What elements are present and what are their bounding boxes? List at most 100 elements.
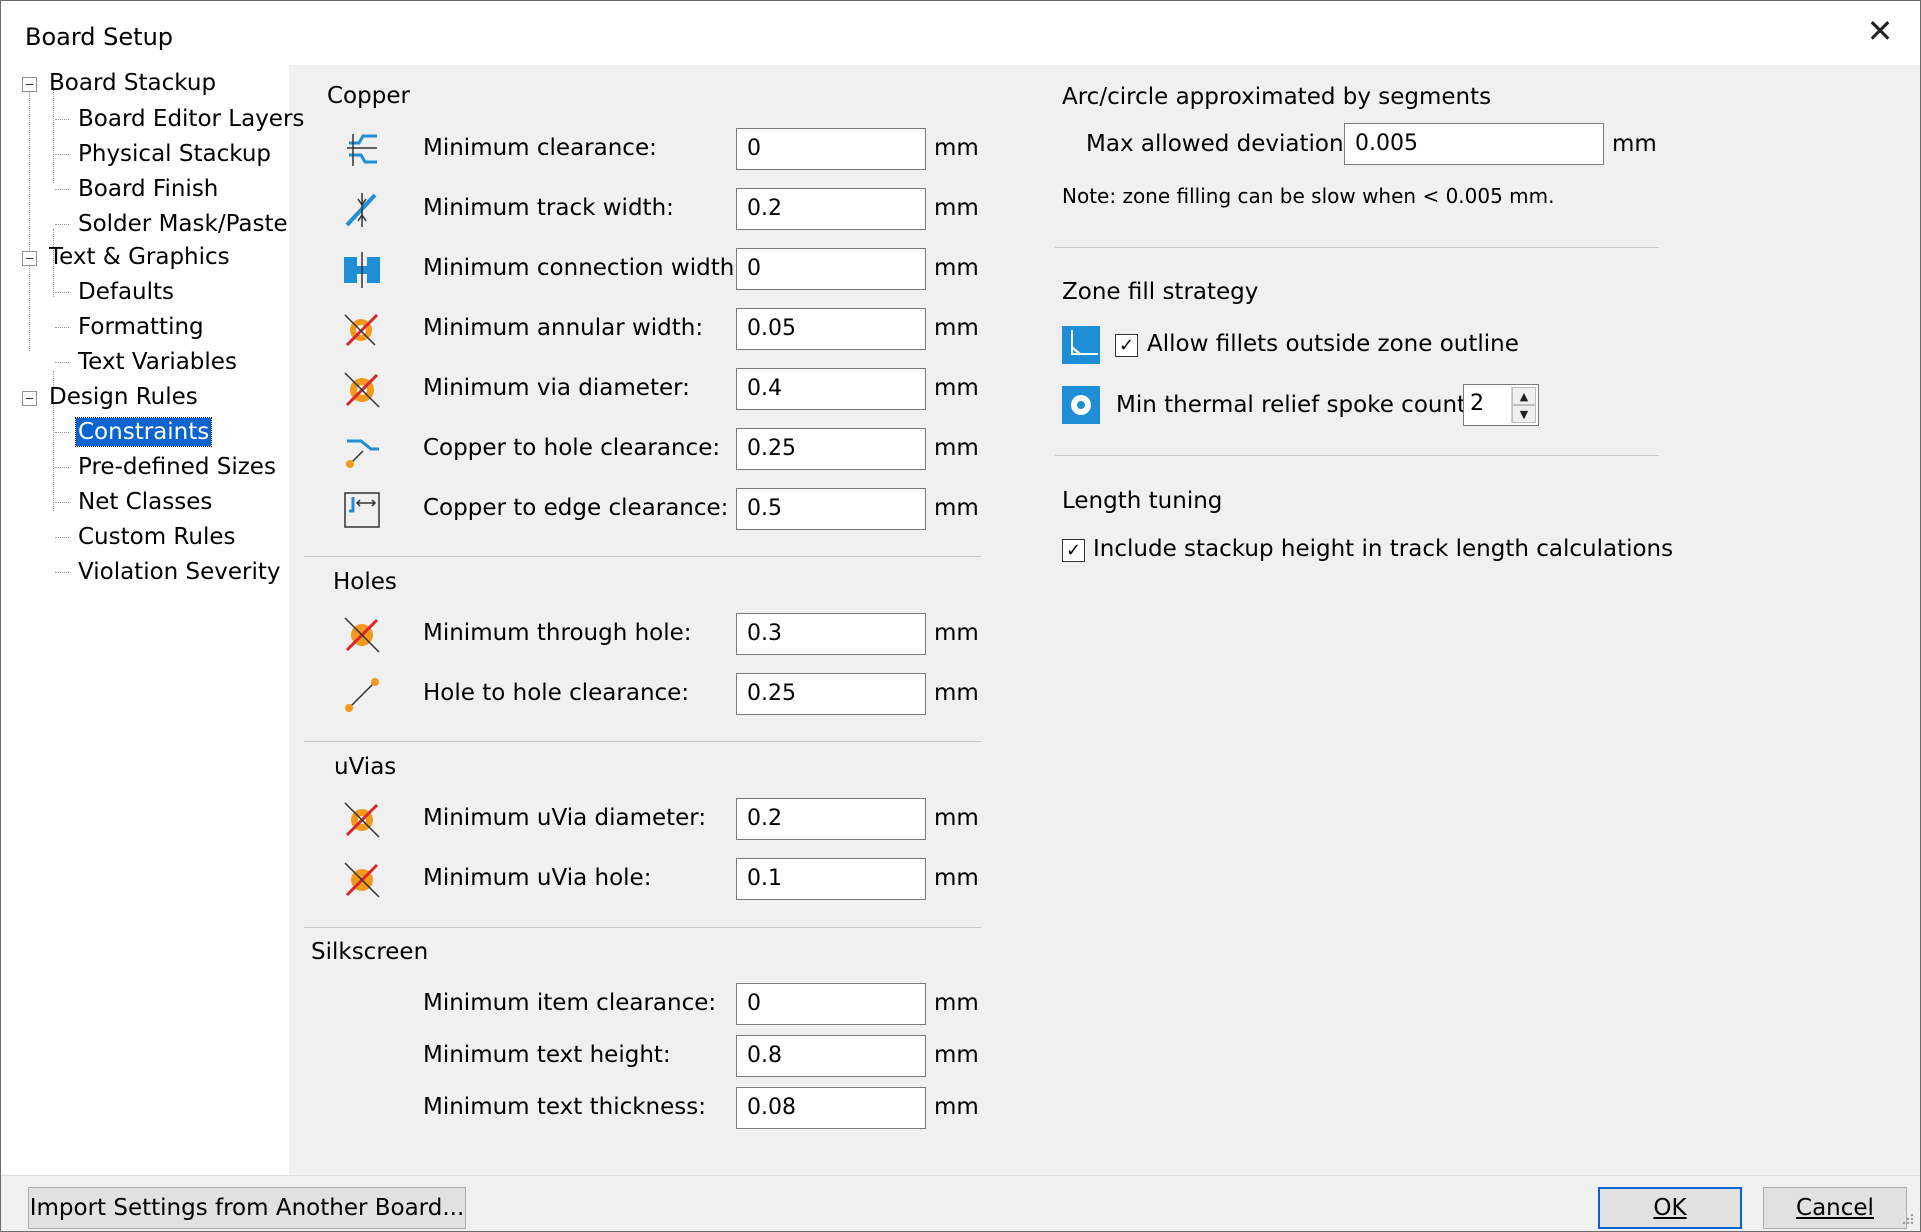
check-icon: ✓ (1118, 335, 1135, 356)
tree-item-predefined-sizes[interactable]: Pre-defined Sizes (78, 453, 276, 481)
tree-item-defaults[interactable]: Defaults (78, 278, 174, 306)
holes-section-title: Holes (333, 569, 397, 595)
track-width-icon (345, 193, 377, 227)
import-settings-button[interactable]: Import Settings from Another Board... (28, 1187, 466, 1229)
unit-label: mm (934, 1042, 979, 1068)
via-diameter-icon (344, 372, 380, 408)
min-uvia-diameter-input[interactable]: 0.2 (736, 798, 926, 840)
allow-fillets-label[interactable]: Allow fillets outside zone outline (1147, 331, 1519, 357)
section-divider (304, 741, 981, 742)
hole-clearance-icon (346, 439, 379, 468)
unit-label: mm (934, 620, 979, 646)
tree-group-board-stackup[interactable]: Board Stackup (49, 69, 216, 97)
hole-to-hole-icon (345, 678, 379, 712)
unit-label: mm (934, 680, 979, 706)
unit-label: mm (934, 495, 979, 521)
min-track-width-input[interactable]: 0.2 (736, 188, 926, 230)
min-clearance-label: Minimum clearance: (423, 135, 657, 161)
collapse-icon[interactable] (22, 77, 37, 92)
unit-label: mm (934, 990, 979, 1016)
fillet-icon (1062, 326, 1100, 364)
spoke-count-spinner[interactable]: 2 ▲ ▼ (1463, 384, 1539, 426)
connection-width-icon (344, 252, 380, 288)
spoke-count-label: Min thermal relief spoke count: (1116, 392, 1474, 418)
uvias-section-title: uVias (334, 754, 397, 780)
min-uvia-hole-input[interactable]: 0.1 (736, 858, 926, 900)
tree-item-custom-rules[interactable]: Custom Rules (78, 523, 235, 551)
spin-down-icon[interactable]: ▼ (1512, 405, 1536, 423)
footer-divider (1, 1175, 1920, 1176)
section-divider (304, 927, 981, 928)
clearance-icon (347, 134, 377, 166)
settings-tree: Board Stackup Board Editor Layers Physic… (1, 65, 304, 1175)
unit-label: mm (934, 255, 979, 281)
tree-group-text-graphics[interactable]: Text & Graphics (49, 243, 230, 271)
tree-item-net-classes[interactable]: Net Classes (78, 488, 212, 516)
through-hole-icon (344, 617, 380, 653)
tree-item-text-variables[interactable]: Text Variables (78, 348, 237, 376)
section-divider (1055, 455, 1659, 456)
min-text-thickness-label: Minimum text thickness: (423, 1094, 706, 1120)
close-icon[interactable]: ✕ (1860, 11, 1900, 51)
tree-group-design-rules[interactable]: Design Rules (49, 383, 198, 411)
unit-label: mm (934, 435, 979, 461)
resize-grip-icon[interactable] (1900, 1211, 1914, 1225)
min-track-width-label: Minimum track width: (423, 195, 674, 221)
include-stackup-checkbox[interactable]: ✓ (1062, 539, 1085, 562)
min-item-clearance-label: Minimum item clearance: (423, 990, 717, 1016)
uvia-hole-icon (344, 862, 380, 898)
copper-edge-clearance-input[interactable]: 0.5 (736, 488, 926, 530)
min-item-clearance-input[interactable]: 0 (736, 983, 926, 1025)
min-connection-width-input[interactable]: 0 (736, 248, 926, 290)
unit-label: mm (934, 375, 979, 401)
tree-item-board-finish[interactable]: Board Finish (78, 175, 218, 203)
min-annular-width-input[interactable]: 0.05 (736, 308, 926, 350)
ok-label: OK (1653, 1195, 1687, 1221)
tree-item-violation-severity[interactable]: Violation Severity (78, 558, 281, 586)
tree-item-solder-mask-paste[interactable]: Solder Mask/Paste (78, 210, 288, 238)
collapse-icon[interactable] (22, 251, 37, 266)
zone-fill-note: Note: zone filling can be slow when < 0.… (1062, 184, 1555, 208)
unit-label: mm (934, 135, 979, 161)
uvia-diameter-icon (344, 802, 380, 838)
unit-label: mm (1612, 131, 1657, 157)
window-title: Board Setup (25, 23, 174, 51)
min-uvia-diameter-label: Minimum uVia diameter: (423, 805, 707, 831)
tree-item-formatting[interactable]: Formatting (78, 313, 204, 341)
min-through-hole-input[interactable]: 0.3 (736, 613, 926, 655)
cancel-label: Cancel (1796, 1195, 1874, 1221)
min-clearance-input[interactable]: 0 (736, 128, 926, 170)
max-deviation-input[interactable]: 0.005 (1344, 123, 1604, 165)
spin-up-icon[interactable]: ▲ (1512, 387, 1536, 405)
thermal-spoke-icon (1062, 386, 1100, 424)
max-deviation-label: Max allowed deviation: (1086, 131, 1352, 157)
min-text-thickness-input[interactable]: 0.08 (736, 1087, 926, 1129)
allow-fillets-checkbox[interactable]: ✓ (1115, 334, 1138, 357)
check-icon: ✓ (1065, 540, 1082, 561)
unit-label: mm (934, 195, 979, 221)
min-via-diameter-label: Minimum via diameter: (423, 375, 690, 401)
min-via-diameter-input[interactable]: 0.4 (736, 368, 926, 410)
include-stackup-label[interactable]: Include stackup height in track length c… (1093, 536, 1673, 562)
unit-label: mm (934, 1094, 979, 1120)
hole-to-hole-input[interactable]: 0.25 (736, 673, 926, 715)
min-through-hole-label: Minimum through hole: (423, 620, 692, 646)
collapse-icon[interactable] (22, 391, 37, 406)
section-divider (304, 556, 981, 557)
arc-section-title: Arc/circle approximated by segments (1062, 84, 1492, 110)
spoke-count-value[interactable]: 2 (1470, 391, 1484, 416)
title-bar: Board Setup ✕ (1, 1, 1920, 65)
cancel-button[interactable]: Cancel (1763, 1187, 1907, 1229)
ok-button[interactable]: OK (1598, 1187, 1742, 1229)
tree-item-physical-stackup[interactable]: Physical Stackup (78, 140, 271, 168)
min-text-height-input[interactable]: 0.8 (736, 1035, 926, 1077)
copper-hole-clearance-input[interactable]: 0.25 (736, 428, 926, 470)
silkscreen-section-title: Silkscreen (311, 939, 429, 965)
annular-width-icon (344, 313, 379, 347)
min-text-height-label: Minimum text height: (423, 1042, 671, 1068)
tree-item-board-editor-layers[interactable]: Board Editor Layers (78, 105, 304, 133)
copper-hole-clearance-label: Copper to hole clearance: (423, 435, 721, 461)
tree-item-constraints[interactable]: Constraints (74, 417, 213, 447)
length-tuning-title: Length tuning (1062, 488, 1223, 514)
min-uvia-hole-label: Minimum uVia hole: (423, 865, 652, 891)
